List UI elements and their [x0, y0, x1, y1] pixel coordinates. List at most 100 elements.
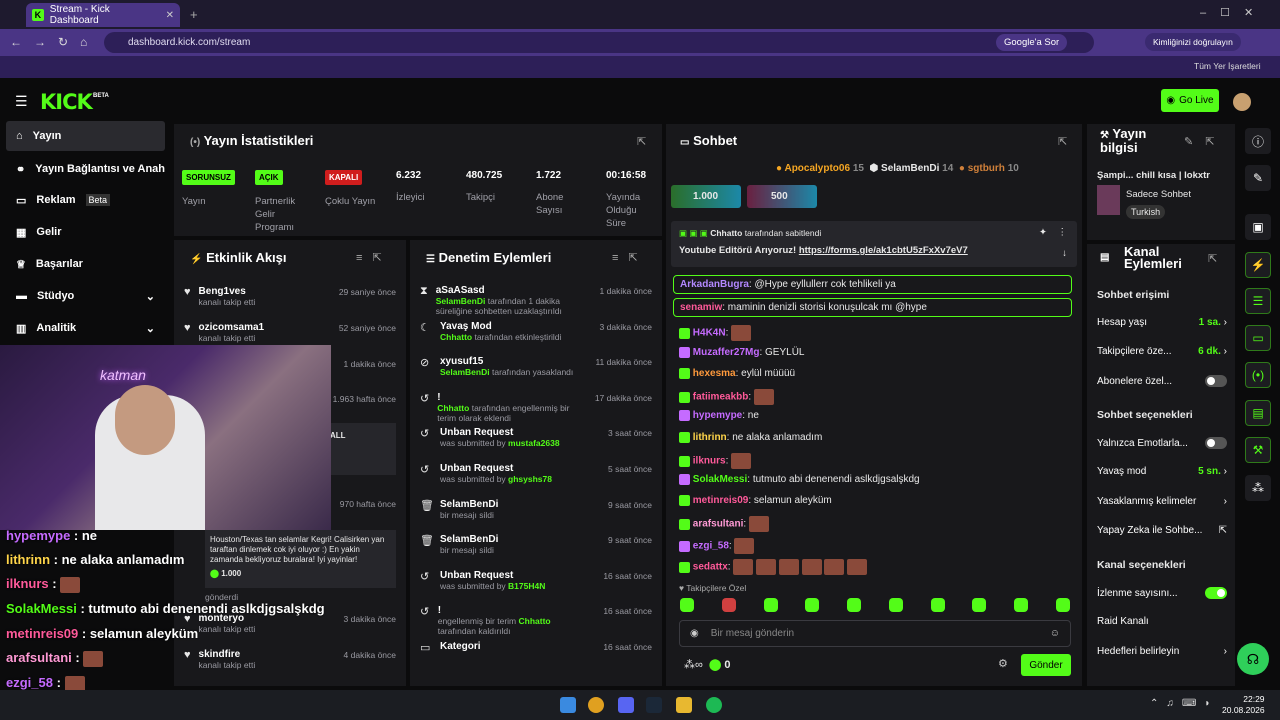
filter-popout-icons[interactable]: ≡⇱ [356, 251, 392, 264]
quick-emote[interactable] [930, 598, 945, 612]
settings-icon[interactable]: ⚙ [998, 657, 1008, 670]
apps-icon[interactable]: ⁂ [1245, 475, 1271, 501]
kick-logo[interactable]: KICK [40, 90, 93, 114]
quick-emote[interactable] [721, 598, 736, 612]
folder-icon[interactable] [676, 697, 692, 713]
gifter-3: ● sgtburh [958, 163, 1005, 174]
stats-icon[interactable]: ▤ [1245, 400, 1271, 426]
chrome-icon[interactable] [588, 697, 604, 713]
media-icon[interactable]: ▣ [1245, 214, 1271, 240]
chat-tools[interactable]: ⁂∞ ⬤ 0 [684, 658, 730, 671]
emote-bar[interactable] [680, 598, 1070, 614]
gift-bar-1[interactable]: 1.000 [671, 185, 741, 208]
nav-buttons-icon[interactable]: ←→↻⌂ [10, 35, 99, 49]
followers-only-setting[interactable]: Takipçilere öze... 6 dk. › [1097, 346, 1227, 357]
emote [847, 559, 868, 575]
trophy-icon: ♕ [16, 258, 26, 271]
sidebar-item-ads[interactable]: ▭ Reklam Beta [6, 185, 165, 215]
new-tab-icon[interactable]: + [190, 7, 198, 22]
url-text: dashboard.kick.com/stream [128, 37, 251, 48]
popout-icon[interactable]: ⇱ [637, 135, 646, 148]
avatar[interactable] [1233, 93, 1251, 111]
pin-icon[interactable]: ✦ [1039, 227, 1047, 238]
quick-emote[interactable] [763, 598, 778, 612]
close-tab-icon[interactable]: ✕ [166, 10, 174, 21]
go-live-button[interactable]: ◉ Go Live [1161, 89, 1219, 112]
browser-tab[interactable]: K Stream - Kick Dashboard ✕ [26, 3, 180, 27]
popout-icon[interactable]: ⇱ [1208, 252, 1217, 265]
goals-setting[interactable]: Hedefleri belirleyin › [1097, 646, 1227, 657]
chat-icon[interactable]: ▭ [1245, 325, 1271, 351]
user-badge-icon [679, 391, 690, 403]
account-age-setting[interactable]: Hesap yaşı 1 sa. › [1097, 317, 1227, 328]
gift-bar-2[interactable]: 500 [747, 185, 817, 208]
overlay-chat-message: SolakMessi : tutmuto abi denenendi aslkd… [6, 601, 325, 616]
edit-icon[interactable]: ✎ [1245, 165, 1271, 191]
chat-input[interactable]: ◉ Bir mesaj gönderin ☺ [679, 620, 1071, 647]
send-button[interactable]: Gönder [1021, 654, 1071, 676]
quick-emote[interactable] [680, 598, 694, 612]
emote-only-setting[interactable]: Yalnızca Emotlarla... [1097, 437, 1227, 449]
chat-message: lithrinn: ne alaka anlamadım [679, 432, 822, 443]
sidebar-item-connection[interactable]: ⚭ Yayın Bağlantısı ve Anahta [6, 154, 165, 184]
category-name[interactable]: Sadece Sohbet [1126, 189, 1191, 200]
more-icon[interactable]: ⋮ [1058, 227, 1068, 238]
tray-icons[interactable]: ⌃♫⌨◗ [1150, 698, 1218, 709]
chat-message: ArkadanBugra: @Hype eyllullerr cok tehli… [673, 275, 1072, 294]
filter-popout-icons[interactable]: ≡⇱ [612, 251, 648, 264]
help-icon[interactable]: ☊ [1237, 643, 1269, 675]
channel-icon: ▤ [1100, 252, 1110, 263]
view-count-setting[interactable]: İzlenme sayısını... [1097, 587, 1227, 599]
mod-action-icon: 🗑 [420, 535, 434, 548]
moderation-time: 11 dakika önce [595, 357, 652, 368]
spotify-icon[interactable] [706, 697, 722, 713]
sidebar-item-studio[interactable]: ▬ Stüdyo ⌄ [6, 281, 165, 311]
mod-action-icon: ⊘ [420, 357, 430, 370]
quick-emote[interactable] [847, 598, 862, 612]
list-icon[interactable]: ☰ [1245, 288, 1271, 314]
identity-button[interactable]: Kimliğinizi doğrulayın [1145, 33, 1241, 51]
moderation-time: 16 saat önce [603, 570, 652, 581]
sidebar-item-revenue[interactable]: ▦ Gelir [6, 217, 165, 247]
activity-item: ♥ Beng1ves kanalı takip etti [184, 286, 256, 307]
steam-icon[interactable] [646, 697, 662, 713]
sidebar-item-analytics[interactable]: ▥ Analitik ⌄ [6, 313, 165, 343]
banned-words-setting[interactable]: Yasaklanmış kelimeler › [1097, 496, 1227, 507]
subs-only-toggle [1205, 375, 1227, 387]
clock[interactable]: 22:29 20.08.2026 [1222, 694, 1265, 716]
info-icon[interactable]: ⓘ [1245, 128, 1271, 154]
bolt-icon[interactable]: ⚡ [1245, 252, 1271, 278]
quick-emote[interactable] [972, 598, 987, 612]
face [115, 385, 175, 455]
edit-popout-icons[interactable]: ✎⇱ [1184, 135, 1226, 148]
discord-icon[interactable] [618, 697, 634, 713]
all-bookmarks[interactable]: Tüm Yer İşaretleri [1194, 61, 1261, 71]
go-live-icon: ◉ [1166, 95, 1176, 106]
tools-icon: ⁂∞ [684, 659, 703, 671]
expand-down-icon[interactable]: ↓ [1062, 248, 1067, 259]
subs-only-setting[interactable]: Abonelere özel... [1097, 375, 1227, 387]
wrench-icon[interactable]: ⚒ [1245, 437, 1271, 463]
chat-message: ezgi_58: [679, 538, 755, 554]
sidebar-item-yayin[interactable]: ⌂ Yayın [6, 121, 165, 151]
slow-mode-setting[interactable]: Yavaş mod 5 sn. › [1097, 466, 1227, 477]
ai-chat-setting[interactable]: Yapay Zeka ile Sohbe... ⇱ [1097, 525, 1227, 536]
url-field[interactable]: dashboard.kick.com/stream [104, 32, 1094, 53]
quick-emote[interactable] [1014, 598, 1029, 612]
menu-icon[interactable]: ☰ [15, 93, 28, 110]
popout-icon[interactable]: ⇱ [1058, 135, 1067, 148]
activity-item: ♥ skindfire kanalı takip etti [184, 649, 256, 670]
stat-stream: SORUNSUZ Yayın [182, 170, 246, 208]
window-controls[interactable]: –☐✕ [1200, 6, 1267, 19]
google-search-button[interactable]: Google'a Sor [996, 34, 1068, 51]
sidebar-item-achievements[interactable]: ♕ Başarılar [6, 249, 165, 279]
quick-emote[interactable] [805, 598, 820, 612]
kicks-card: Houston/Texas tan selamlar Kegri! Calisi… [205, 530, 396, 588]
broadcast-icon[interactable]: (•) [1245, 362, 1271, 388]
quick-emote[interactable] [888, 598, 903, 612]
start-icon[interactable] [560, 697, 576, 713]
emote [83, 650, 104, 667]
raid-setting[interactable]: Raid Kanalı [1097, 616, 1227, 627]
user-badge-icon [679, 518, 690, 530]
quick-emote[interactable] [1055, 598, 1070, 612]
